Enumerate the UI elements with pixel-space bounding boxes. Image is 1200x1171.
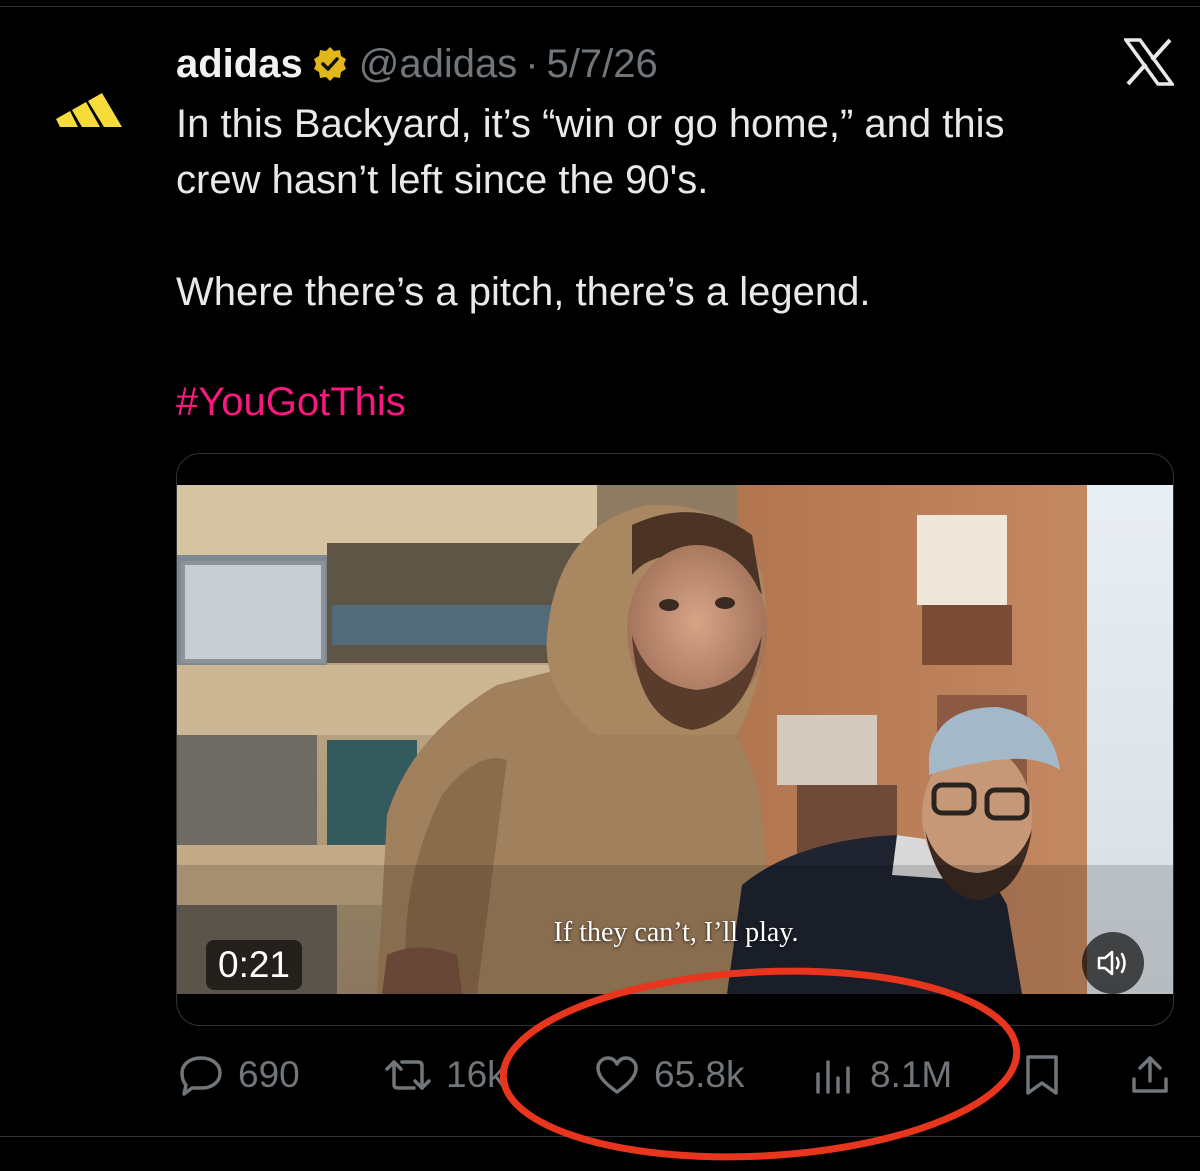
adidas-logo-icon: [56, 93, 122, 127]
reply-count: 690: [238, 1054, 300, 1095]
verified-badge-icon: [311, 45, 349, 83]
views-button[interactable]: 8.1M: [812, 1045, 952, 1105]
header-separator: ·: [525, 41, 539, 86]
x-logo-icon[interactable]: [1122, 38, 1176, 86]
video-frame[interactable]: If they can’t, I’ll play. 0:21: [177, 485, 1173, 994]
reply-button[interactable]: 690: [178, 1045, 300, 1105]
tweet-header: adidas @adidas · 5/7/26: [176, 36, 658, 92]
author-display-name[interactable]: adidas: [176, 42, 303, 87]
reply-bubble-icon: [180, 1056, 222, 1096]
like-count: 65.8k: [654, 1054, 745, 1095]
bookmark-button[interactable]: [1022, 1045, 1062, 1105]
repost-button[interactable]: 16k: [384, 1045, 506, 1105]
heart-icon: [596, 1056, 638, 1094]
bookmark-icon: [1026, 1055, 1058, 1095]
tweet-text: In this Backyard, it’s “win or go home,”…: [176, 102, 1005, 314]
video-duration: 0:21: [206, 940, 303, 990]
views-chart-icon: [816, 1060, 850, 1094]
share-upload-icon: [1132, 1056, 1168, 1093]
tweet-action-bar: 690 16k 65.8k 8.1M: [0, 1045, 1200, 1105]
repost-icon: [385, 1060, 431, 1090]
tweet-date[interactable]: 5/7/26: [547, 42, 658, 87]
mute-button[interactable]: [1082, 932, 1144, 994]
hashtag-link[interactable]: #YouGotThis: [176, 374, 406, 430]
share-button[interactable]: [1128, 1045, 1172, 1105]
top-divider: [0, 0, 1200, 7]
speaker-icon: [1097, 950, 1126, 976]
video-card[interactable]: If they can’t, I’ll play. 0:21: [176, 453, 1174, 1026]
like-button[interactable]: 65.8k: [594, 1045, 745, 1105]
bottom-divider: [0, 1136, 1200, 1137]
video-subtitle: If they can’t, I’ll play.: [553, 917, 799, 948]
view-count: 8.1M: [870, 1054, 953, 1095]
author-handle[interactable]: @adidas: [359, 42, 517, 87]
repost-count: 16k: [446, 1054, 506, 1095]
author-avatar[interactable]: [52, 85, 126, 135]
